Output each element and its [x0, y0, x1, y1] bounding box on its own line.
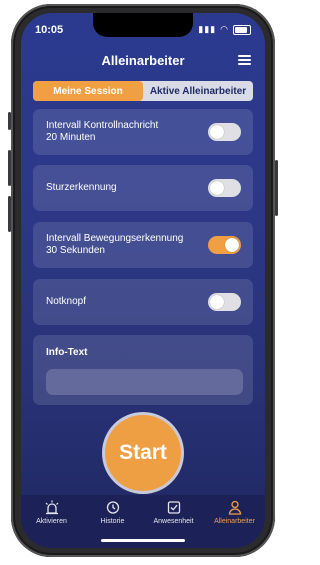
start-button[interactable]: Start [105, 415, 181, 491]
history-icon [106, 501, 119, 514]
tab-alleinarbeiter[interactable]: Alleinarbeiter [204, 495, 265, 548]
setting-card-kontrollnachricht: Intervall Kontrollnachricht 20 Minuten [33, 109, 253, 155]
setting-label: Sturzerkennung [46, 182, 117, 194]
setting-label: Intervall Kontrollnachricht 20 Minuten [46, 120, 158, 144]
toggle-kontrollnachricht[interactable] [208, 123, 241, 141]
app-screen: 10:05 ▮▮▮ ◠ Alleinarbeiter Meine Session… [21, 13, 265, 548]
tab-label: Alleinarbeiter [214, 518, 255, 525]
volume-down-button [8, 196, 11, 232]
toggle-knob [210, 295, 224, 309]
battery-icon [233, 24, 251, 35]
setting-label-line1: Intervall Kontrollnachricht [46, 120, 159, 131]
page-title: Alleinarbeiter [101, 53, 185, 68]
setting-card-bewegungserkennung: Intervall Bewegungserkennung 30 Sekunden [33, 222, 253, 268]
toggle-bewegungserkennung[interactable] [208, 236, 241, 254]
tab-aktive-alleinarbeiter[interactable]: Aktive Alleinarbeiter [143, 81, 253, 101]
toggle-sturzerkennung[interactable] [208, 179, 241, 197]
tab-meine-session[interactable]: Meine Session [33, 81, 143, 101]
session-segmented-control: Meine Session Aktive Alleinarbeiter [33, 81, 253, 101]
info-text-card: Info-Text [33, 335, 253, 405]
volume-up-button [8, 150, 11, 186]
info-text-input[interactable] [46, 369, 243, 395]
setting-label: Intervall Bewegungserkennung 30 Sekunden [46, 233, 183, 257]
alarm-icon [45, 500, 58, 515]
setting-label-line2: 30 Sekunden [46, 245, 105, 256]
setting-label-line2: 20 Minuten [46, 132, 96, 143]
status-time: 10:05 [35, 24, 64, 36]
wifi-icon: ◠ [220, 24, 229, 34]
toggle-knob [210, 181, 224, 195]
tab-label: Anwesenheit [153, 518, 194, 525]
tab-aktivieren[interactable]: Aktivieren [21, 495, 82, 548]
setting-label-line1: Intervall Bewegungserkennung [46, 233, 184, 244]
person-icon [228, 500, 241, 515]
checkbox-icon [167, 501, 180, 514]
toggle-notknopf[interactable] [208, 293, 241, 311]
hamburger-menu-icon[interactable] [238, 55, 251, 65]
home-indicator [101, 539, 185, 542]
setting-label: Notknopf [46, 296, 86, 308]
setting-label-line1: Sturzerkennung [46, 182, 117, 193]
setting-label-line1: Notknopf [46, 296, 87, 307]
toggle-knob [210, 125, 224, 139]
notch [93, 13, 193, 37]
tab-label: Historie [100, 518, 125, 525]
mute-switch [8, 112, 11, 130]
signal-icon: ▮▮▮ [198, 24, 217, 34]
toggle-knob [225, 238, 239, 252]
tab-label: Aktivieren [36, 518, 67, 525]
info-text-title: Info-Text [46, 347, 88, 358]
setting-card-sturzerkennung: Sturzerkennung [33, 165, 253, 211]
status-icons: ▮▮▮ ◠ [198, 24, 251, 35]
setting-card-notknopf: Notknopf [33, 279, 253, 325]
power-button [275, 160, 278, 216]
